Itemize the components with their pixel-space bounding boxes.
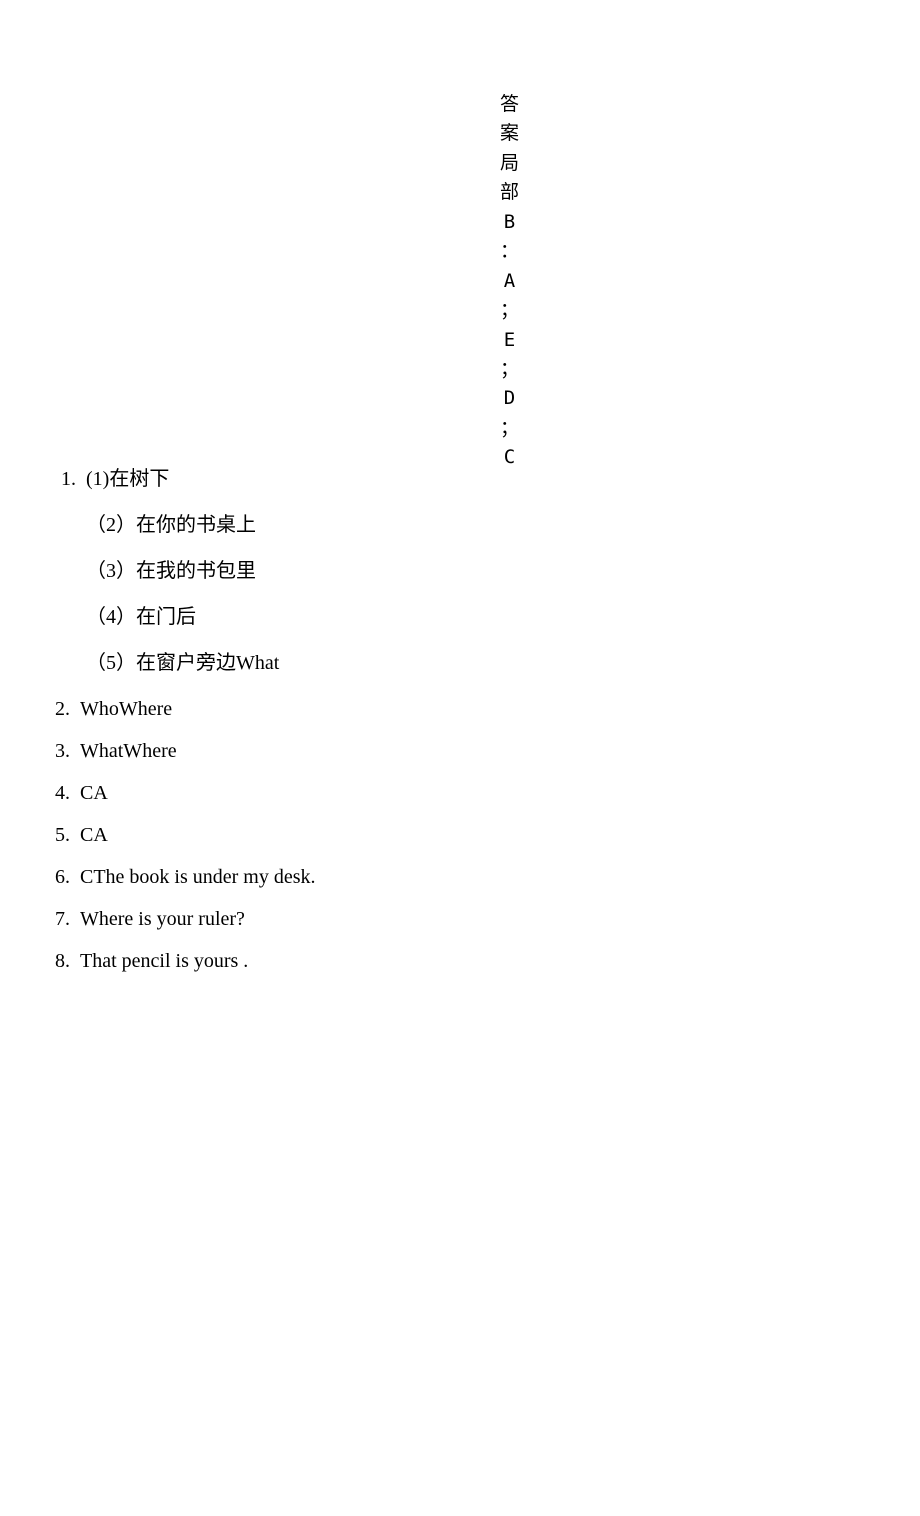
vertical-char: 部 — [500, 178, 519, 207]
item-number: 7. — [40, 905, 80, 933]
item-content: CThe book is under my desk. — [80, 863, 316, 891]
answer-item-1: 1. (1)在树下 — [40, 465, 800, 493]
answer-item-8: 8. That pencil is yours . — [40, 947, 800, 975]
sub-content: （3）在我的书包里 — [40, 557, 256, 585]
sub-content: （2）在你的书桌上 — [40, 511, 256, 539]
vertical-char: 局 — [500, 149, 519, 178]
answer-header-vertical: 答 案 局 部 B ： A ； E ； D ； C — [500, 90, 519, 473]
item-content: CA — [80, 821, 108, 849]
vertical-char: B — [504, 208, 515, 237]
answer-item-1-sub3: （3）在我的书包里 — [40, 557, 800, 585]
answer-item-7: 7. Where is your ruler? — [40, 905, 800, 933]
item-number: 6. — [40, 863, 80, 891]
item-content: That pencil is yours . — [80, 947, 248, 975]
sub-content: （5）在窗户旁边What — [40, 649, 279, 677]
item-content: CA — [80, 779, 108, 807]
vertical-char: ； — [500, 414, 519, 443]
vertical-char: 案 — [500, 119, 519, 148]
answer-item-1-sub4: （4）在门后 — [40, 603, 800, 631]
item-content: (1)在树下 — [86, 465, 169, 493]
answer-item-4: 4. CA — [40, 779, 800, 807]
answer-item-1-sub2: （2）在你的书桌上 — [40, 511, 800, 539]
answer-item-3: 3. WhatWhere — [40, 737, 800, 765]
vertical-char: A — [504, 267, 515, 296]
vertical-char: 答 — [500, 90, 519, 119]
item-number: 8. — [40, 947, 80, 975]
sub-content: （4）在门后 — [40, 603, 196, 631]
item-number: 2. — [40, 695, 80, 723]
answer-item-1-sub5: （5）在窗户旁边What — [40, 649, 800, 677]
vertical-char: ； — [500, 355, 519, 384]
item-content: Where is your ruler? — [80, 905, 245, 933]
item-content: WhoWhere — [80, 695, 172, 723]
item-number: 5. — [40, 821, 80, 849]
item-number: 4. — [40, 779, 80, 807]
vertical-char: ： — [500, 237, 519, 266]
vertical-char: ； — [500, 296, 519, 325]
later-items-group: 2. WhoWhere 3. WhatWhere 4. CA 5. CA 6. … — [40, 695, 800, 975]
item-number: 3. — [40, 737, 80, 765]
vertical-char: D — [504, 384, 515, 413]
vertical-char: E — [504, 326, 515, 355]
answer-list: 1. (1)在树下 （2）在你的书桌上 （3）在我的书包里 （4）在门后 （5）… — [40, 465, 800, 989]
answer-item-2: 2. WhoWhere — [40, 695, 800, 723]
document-page: 答 案 局 部 B ： A ； E ； D ； C 1. (1)在树下 （2）在… — [0, 0, 920, 1516]
answer-item-5: 5. CA — [40, 821, 800, 849]
answer-item-6: 6. CThe book is under my desk. — [40, 863, 800, 891]
item-number: 1. — [40, 465, 86, 493]
item-content: WhatWhere — [80, 737, 177, 765]
